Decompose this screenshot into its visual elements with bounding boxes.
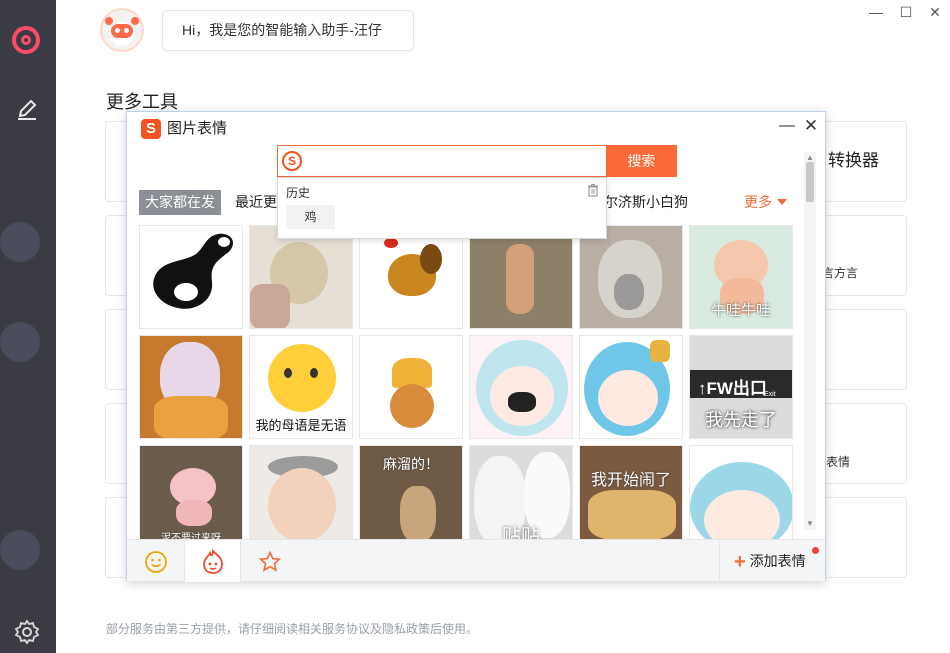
tool-card-label: 表情 — [826, 455, 851, 469]
sticker-scrollbar[interactable]: ▲ ▼ — [804, 152, 816, 530]
sticker-item[interactable]: 麻溜的！ — [359, 445, 463, 539]
tab-favorites[interactable] — [241, 540, 298, 582]
history-item[interactable]: 鸡 — [286, 205, 335, 229]
sticker-shape — [598, 370, 658, 426]
sticker-item[interactable]: 贴贴 — [469, 445, 573, 539]
popup-minimize-button[interactable]: — — [778, 115, 796, 137]
sticker-item[interactable]: 牛哇牛哇 — [689, 225, 793, 329]
sticker-item[interactable] — [139, 335, 243, 439]
add-sticker-button[interactable]: + 添加表情 — [719, 540, 825, 582]
sticker-caption: 我先走了 — [705, 410, 777, 430]
window-minimize-button[interactable]: — — [866, 2, 886, 22]
tag-trending[interactable]: 大家都在发 — [139, 190, 221, 215]
avatar-ear — [131, 17, 139, 25]
sticker-grid: 牛哇牛哇 我的母语是无语 ↑FW出口 Exit 我先走了 泥不要过来呀 麻溜的！… — [139, 225, 799, 539]
sticker-search-input[interactable] — [308, 150, 598, 172]
settings-gear-icon[interactable] — [14, 619, 40, 645]
sticker-search-box[interactable]: S — [277, 145, 607, 177]
tool-card-label: 转换器 — [828, 151, 879, 170]
sticker-shape — [384, 238, 398, 248]
sticker-item[interactable] — [579, 225, 683, 329]
clear-history-trash-icon[interactable] — [586, 183, 600, 197]
sticker-blob-icon — [153, 233, 233, 309]
window-maximize-button[interactable]: ☐ — [896, 2, 916, 22]
sticker-shape — [250, 284, 290, 328]
assistant-avatar[interactable] — [100, 8, 144, 52]
scroll-thumb[interactable] — [806, 162, 814, 202]
avatar-ear — [105, 17, 113, 25]
sticker-shape — [284, 368, 292, 378]
history-label: 历史 — [286, 186, 311, 200]
sticker-item[interactable]: ↑FW出口 Exit 我先走了 — [689, 335, 793, 439]
search-button[interactable]: 搜索 — [606, 145, 677, 177]
sticker-item[interactable] — [249, 225, 353, 329]
tag-recent[interactable]: 最近更 — [235, 190, 277, 215]
footer-note: 部分服务由第三方提供，请仔细阅读相关服务协议及隐私政策后使用。 — [106, 622, 479, 636]
sticker-shape — [390, 384, 434, 428]
sticker-shape — [508, 392, 536, 412]
sticker-shape — [310, 368, 318, 378]
sticker-shape — [176, 500, 212, 526]
sticker-item[interactable] — [139, 225, 243, 329]
sticker-item[interactable] — [469, 335, 573, 439]
popup-close-button[interactable]: ✕ — [802, 115, 820, 137]
sticker-shape — [268, 468, 336, 539]
sidebar-blurred-item — [0, 322, 40, 362]
sidebar-blurred-item — [0, 530, 40, 570]
sticker-item[interactable] — [469, 225, 573, 329]
tool-card-label: 言方言 — [822, 266, 859, 280]
sticker-item[interactable] — [359, 225, 463, 329]
notification-dot — [812, 547, 819, 554]
scroll-down-icon[interactable]: ▼ — [806, 520, 814, 528]
sogou-logo-icon: S — [141, 119, 161, 139]
sticker-item[interactable] — [249, 445, 353, 539]
sogou-search-icon: S — [282, 151, 302, 171]
search-history-dropdown: 历史 鸡 — [277, 177, 607, 239]
star-icon — [258, 550, 281, 572]
tab-emoji[interactable] — [127, 540, 184, 582]
sticker-item[interactable]: 我的母语是无语 — [249, 335, 353, 439]
tag-samoyed[interactable]: 尔济斯小白狗 — [604, 190, 688, 215]
avatar-eye — [115, 28, 120, 33]
left-sidebar — [0, 0, 56, 653]
popup-bottom-bar: + 添加表情 — [127, 539, 825, 582]
sticker-shape — [420, 244, 442, 274]
sticker-shape — [154, 396, 228, 438]
sticker-shape — [588, 490, 676, 539]
edit-icon[interactable] — [14, 96, 40, 122]
sidebar-blurred-item — [0, 222, 40, 262]
hot-face-icon — [202, 548, 223, 574]
more-tags-dropdown[interactable]: 更多 — [744, 190, 787, 215]
sticker-sign-sub: Exit — [764, 391, 776, 398]
sticker-caption: 我的母语是无语 — [255, 418, 347, 433]
sticker-caption: 牛哇牛哇 — [710, 302, 771, 319]
sticker-caption: 贴贴 — [501, 526, 540, 539]
sticker-sign-text: ↑FW出口 — [698, 379, 767, 398]
sticker-shape — [650, 340, 670, 362]
sticker-item[interactable]: 我开始闹了 — [579, 445, 683, 539]
avatar-eye — [124, 28, 129, 33]
sticker-shape — [268, 344, 336, 412]
app-logo-icon[interactable] — [12, 26, 40, 54]
sticker-item[interactable] — [359, 335, 463, 439]
assistant-greeting-bubble: Hi，我是您的智能输入助手-汪仔 — [162, 10, 414, 51]
sticker-caption: 麻溜的！ — [383, 456, 439, 472]
sticker-item[interactable] — [689, 445, 793, 539]
smiley-icon — [144, 550, 167, 573]
plus-icon: + — [734, 551, 746, 573]
sticker-caption: 我开始闹了 — [590, 472, 671, 489]
scroll-up-icon[interactable]: ▲ — [806, 154, 814, 162]
sticker-shape — [614, 274, 644, 310]
sticker-popup: S 图片表情 — ✕ S 搜索 历史 鸡 大家都在发 最近更 尔济斯小白狗 更多 — [126, 111, 826, 582]
sticker-caption: 泥不要过来呀 — [161, 533, 221, 539]
sticker-item[interactable] — [579, 335, 683, 439]
sticker-shape — [506, 244, 534, 314]
add-sticker-label: 添加表情 — [749, 553, 806, 569]
popup-title: 图片表情 — [167, 120, 228, 137]
tab-hot-stickers[interactable] — [184, 540, 241, 582]
window-close-button[interactable]: ✕ — [925, 2, 945, 22]
sticker-item[interactable]: 泥不要过来呀 — [139, 445, 243, 539]
sticker-shape — [400, 486, 436, 539]
